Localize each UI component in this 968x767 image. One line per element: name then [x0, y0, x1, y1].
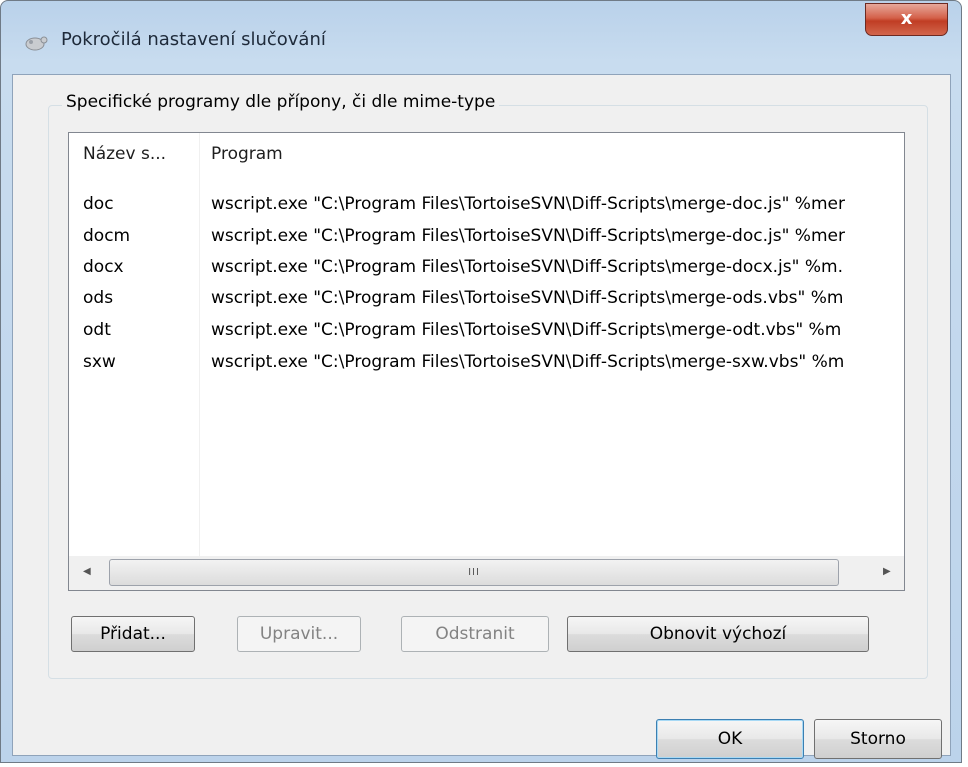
dialog-window: Pokročilá nastavení slučování x Specific… [0, 0, 962, 763]
row-program: wscript.exe "C:\Program Files\TortoiseSV… [211, 226, 845, 246]
remove-button[interactable]: Odstranit [401, 616, 549, 652]
cancel-button[interactable]: Storno [814, 719, 942, 759]
ok-button[interactable]: OK [656, 719, 804, 759]
row-program: wscript.exe "C:\Program Files\TortoiseSV… [211, 352, 845, 372]
group-label: Specifické programy dle přípony, či dle … [62, 92, 500, 112]
scroll-left-icon[interactable]: ◀ [83, 566, 91, 577]
close-icon: x [900, 8, 913, 29]
row-program: wscript.exe "C:\Program Files\TortoiseSV… [211, 257, 843, 277]
scroll-thumb[interactable]: III [109, 559, 839, 586]
add-button[interactable]: Přidat... [71, 616, 195, 652]
row-program: wscript.exe "C:\Program Files\TortoiseSV… [211, 194, 845, 214]
row-name: odt [83, 320, 111, 340]
horizontal-scrollbar[interactable]: ◀ III ▶ [69, 556, 904, 590]
row-program: wscript.exe "C:\Program Files\TortoiseSV… [211, 288, 844, 308]
column-divider[interactable] [199, 133, 200, 558]
window-title: Pokročilá nastavení slučování [61, 29, 326, 50]
edit-button[interactable]: Upravit... [237, 616, 361, 652]
tortoise-app-icon [25, 36, 48, 51]
row-name: docx [83, 257, 124, 277]
row-name: sxw [83, 352, 116, 372]
row-name: doc [83, 194, 114, 214]
scroll-right-icon[interactable]: ▶ [883, 566, 891, 577]
scroll-grip: III [468, 567, 480, 578]
column-header-name[interactable]: Název s... [83, 144, 166, 164]
row-program: wscript.exe "C:\Program Files\TortoiseSV… [211, 320, 842, 340]
title-bar[interactable]: Pokročilá nastavení slučování x [1, 1, 961, 75]
row-name: docm [83, 226, 131, 246]
restore-defaults-button[interactable]: Obnovit výchozí [567, 616, 869, 652]
dialog-client-area: Specifické programy dle přípony, či dle … [12, 74, 951, 759]
close-button[interactable]: x [865, 3, 948, 36]
programs-list[interactable]: Název s... Program doc wscript.exe "C:\P… [68, 132, 905, 591]
column-header-program[interactable]: Program [211, 144, 283, 164]
row-name: ods [83, 288, 114, 308]
